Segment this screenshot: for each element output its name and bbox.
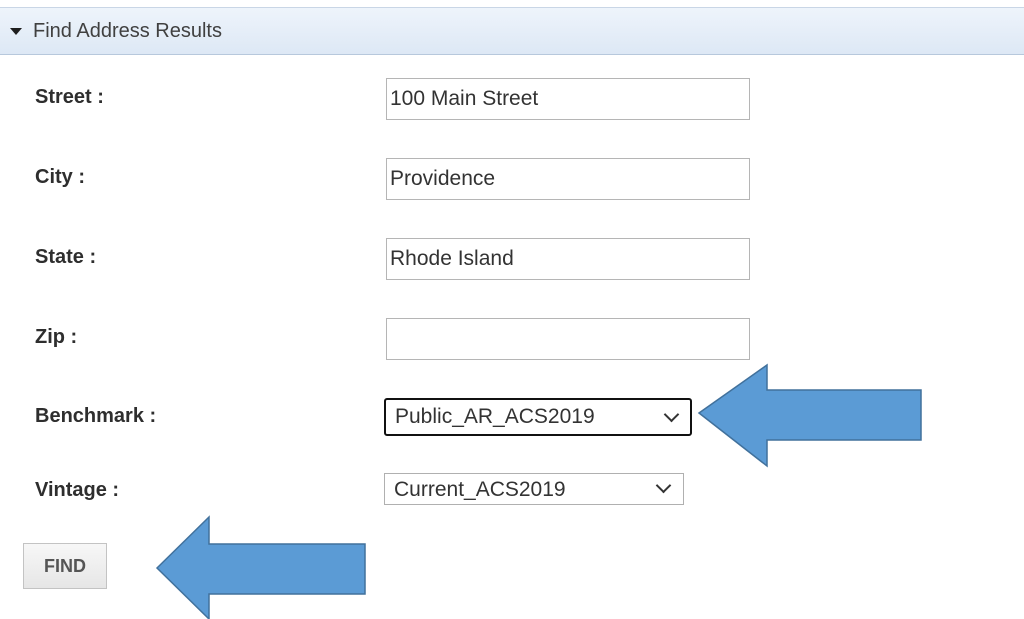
arrow-pointing-benchmark <box>697 363 922 468</box>
annotation-arrows <box>155 363 922 619</box>
arrow-pointing-find-button <box>155 515 366 619</box>
